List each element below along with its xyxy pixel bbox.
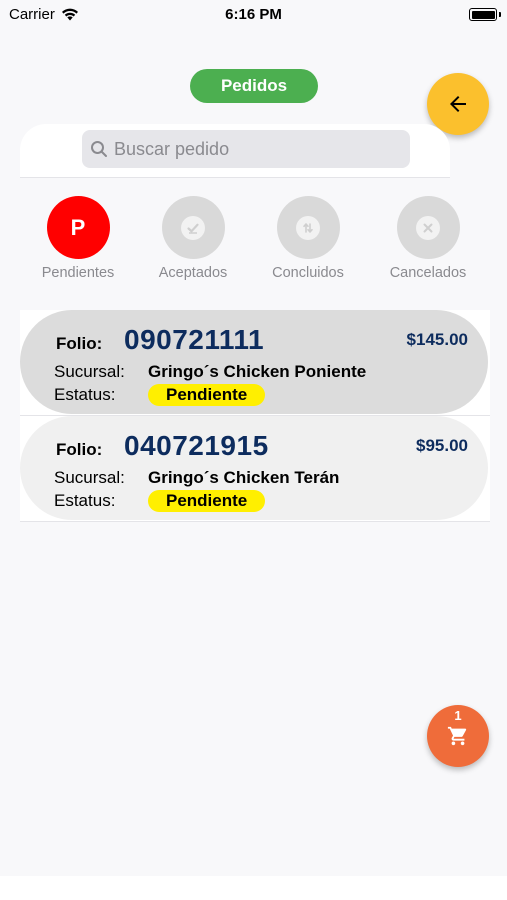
filter-concluidos-circle[interactable]: [276, 196, 340, 259]
sucursal-label: Sucursal:: [54, 467, 125, 487]
arrow-left-icon: [450, 96, 466, 112]
list-item: Folio: 090721111 $145.00 Sucursal: Gring…: [20, 310, 490, 416]
folio-number: 090721111: [124, 324, 265, 355]
status-bar: Carrier 6:16 PM: [0, 0, 507, 30]
order-list: Folio: 090721111 $145.00 Sucursal: Gring…: [20, 310, 490, 522]
folio-label: Folio:: [56, 334, 103, 353]
status-filter-bar: P Pendientes Aceptados Concluidos Cancel…: [20, 196, 490, 288]
order-price: $145.00: [406, 330, 468, 349]
filter-label: Aceptados: [158, 265, 228, 281]
filter-label: Concluidos: [272, 265, 344, 281]
page-title: Pedidos: [190, 69, 318, 103]
search-icon: [91, 141, 107, 157]
status-badge: Pendiente: [148, 489, 266, 512]
order-card[interactable]: Folio: 040721915 $95.00 Sucursal: Gringo…: [20, 416, 488, 520]
sucursal-value: Gringo´s Chicken Terán: [148, 467, 340, 487]
filter-aceptados[interactable]: Aceptados: [135, 196, 251, 281]
filter-pendientes[interactable]: P Pendientes: [20, 196, 136, 281]
bottom-safe-area: [0, 876, 507, 900]
back-button[interactable]: [427, 73, 489, 135]
search-field[interactable]: [82, 130, 410, 168]
filter-cancelados-circle[interactable]: [396, 196, 460, 259]
filter-label: Cancelados: [389, 265, 467, 281]
folio-label: Folio:: [56, 440, 103, 459]
battery-icon: [469, 8, 501, 21]
close-icon: [423, 223, 433, 232]
filter-label: Pendientes: [41, 265, 115, 281]
search-bar-container: [20, 124, 450, 178]
check-icon: [187, 223, 199, 234]
cart-count-badge: 1: [454, 708, 462, 723]
swap-arrows-icon: [303, 222, 313, 233]
filter-cancelados[interactable]: Cancelados: [370, 196, 486, 281]
order-price: $95.00: [416, 436, 468, 455]
filter-pendientes-circle[interactable]: P: [46, 196, 110, 259]
shopping-cart-icon: [447, 726, 467, 746]
folio-number: 040721915: [124, 430, 269, 461]
cart-button[interactable]: 1: [427, 705, 489, 767]
search-input[interactable]: [114, 138, 394, 160]
filter-aceptados-circle[interactable]: [161, 196, 225, 259]
sucursal-label: Sucursal:: [54, 361, 125, 381]
pending-letter-icon: P: [70, 214, 86, 240]
order-card[interactable]: Folio: 090721111 $145.00 Sucursal: Gring…: [20, 310, 488, 414]
status-time: 6:16 PM: [225, 6, 282, 23]
status-badge: Pendiente: [148, 383, 266, 406]
estatus-label: Estatus:: [54, 384, 116, 404]
filter-concluidos[interactable]: Concluidos: [250, 196, 366, 281]
estatus-label: Estatus:: [54, 490, 116, 510]
sucursal-value: Gringo´s Chicken Poniente: [148, 361, 367, 381]
list-item: Folio: 040721915 $95.00 Sucursal: Gringo…: [20, 416, 490, 522]
